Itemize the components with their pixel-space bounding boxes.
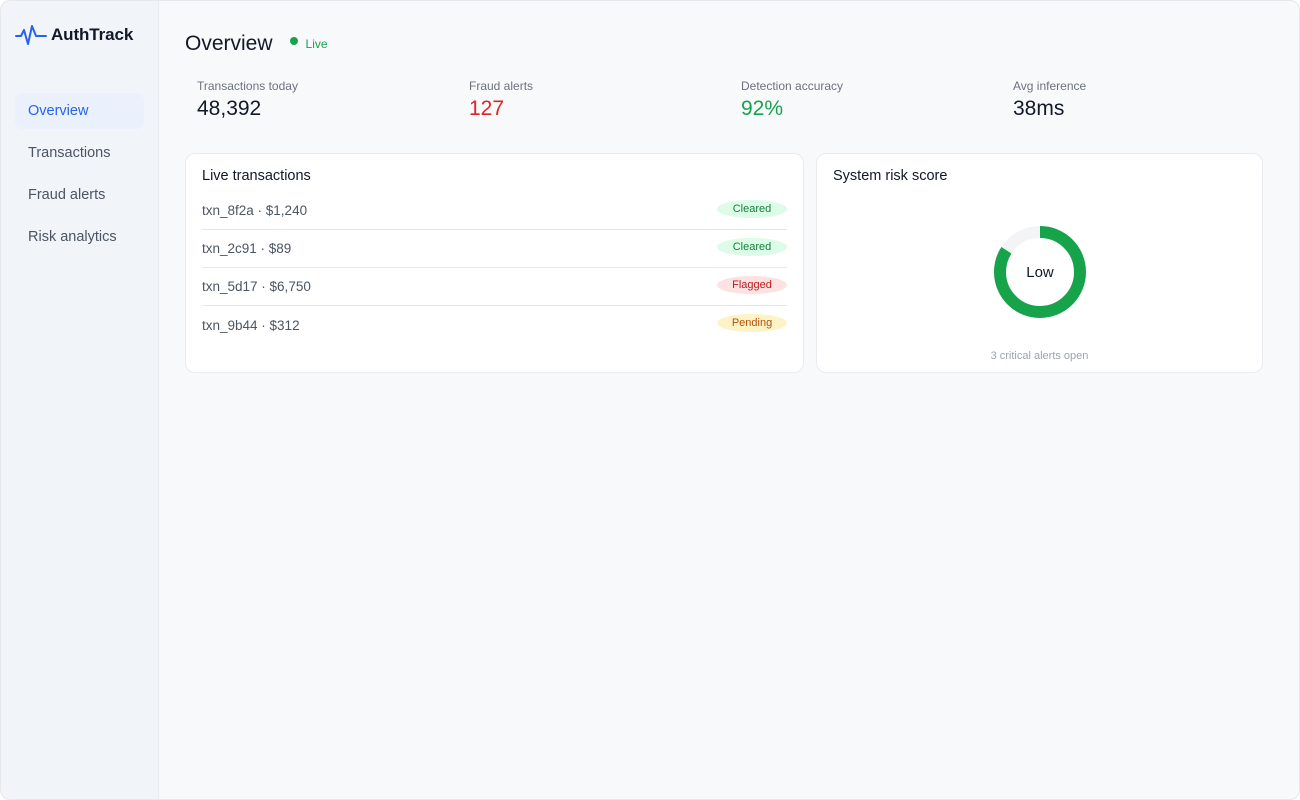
- stats-row: Transactions today 48,392 Fraud alerts 1…: [185, 79, 1273, 147]
- transaction-row[interactable]: txn_8f2a · $1,240 Cleared: [202, 192, 787, 230]
- risk-score-card: System risk score Low 3 critical alerts …: [816, 153, 1263, 373]
- stat-fraud-alerts: Fraud alerts 127: [457, 79, 729, 147]
- live-status-dot-icon: [289, 37, 298, 45]
- stat-label: Avg inference: [1013, 79, 1087, 93]
- sidebar-item-transactions[interactable]: Transactions: [15, 135, 144, 171]
- stat-value: 38ms: [1013, 97, 1065, 120]
- sidebar: AuthTrack Overview Transactions Fraud al…: [1, 1, 159, 799]
- pulse-icon: [15, 25, 47, 45]
- stat-value: 48,392: [197, 97, 262, 120]
- stat-avg-inference: Avg inference 38ms: [1001, 79, 1273, 147]
- stat-detection-accuracy: Detection accuracy 92%: [729, 79, 1001, 147]
- transaction-text: txn_2c91 · $89: [202, 241, 292, 256]
- sidebar-item-risk-analytics[interactable]: Risk analytics: [15, 219, 144, 255]
- stat-value: 92%: [741, 97, 784, 120]
- transaction-text: txn_5d17 · $6,750: [202, 279, 311, 294]
- live-transactions-card: Live transactions txn_8f2a · $1,240 Clea…: [185, 153, 804, 373]
- risk-level-label: Low: [1026, 263, 1054, 281]
- transaction-row[interactable]: txn_2c91 · $89 Cleared: [202, 230, 787, 268]
- sidebar-item-fraud-alerts[interactable]: Fraud alerts: [15, 177, 144, 213]
- sidebar-item-overview[interactable]: Overview: [15, 93, 144, 129]
- cards-row: Live transactions txn_8f2a · $1,240 Clea…: [185, 153, 1273, 373]
- card-title: Live transactions: [202, 168, 311, 184]
- brand-name: AuthTrack: [51, 25, 134, 44]
- status-badge: Pending: [717, 314, 787, 332]
- stat-transactions-today: Transactions today 48,392: [185, 79, 457, 147]
- status-badge: Cleared: [717, 237, 787, 256]
- status-badge: Flagged: [717, 275, 787, 294]
- app-window: AuthTrack Overview Transactions Fraud al…: [0, 0, 1300, 800]
- live-status-label: Live: [305, 37, 328, 51]
- sidebar-nav: Overview Transactions Fraud alerts Risk …: [15, 93, 144, 255]
- main-content: Overview Live Transactions today 48,392 …: [159, 1, 1299, 799]
- card-title: System risk score: [833, 168, 948, 184]
- transaction-row[interactable]: txn_5d17 · $6,750 Flagged: [202, 268, 787, 306]
- brand[interactable]: AuthTrack: [15, 21, 144, 49]
- risk-note: 3 critical alerts open: [990, 350, 1089, 362]
- transaction-row[interactable]: txn_9b44 · $312 Pending: [202, 306, 787, 344]
- transaction-text: txn_8f2a · $1,240: [202, 203, 308, 218]
- page-title: Overview: [185, 32, 273, 55]
- status-badge: Cleared: [717, 199, 787, 218]
- page-header: Overview Live: [185, 1, 1273, 87]
- transaction-text: txn_9b44 · $312: [202, 317, 300, 333]
- stat-label: Detection accuracy: [741, 79, 844, 93]
- stat-label: Fraud alerts: [469, 79, 534, 93]
- stat-label: Transactions today: [197, 79, 298, 93]
- risk-gauge: Low: [992, 224, 1088, 320]
- stat-value: 127: [469, 97, 505, 120]
- transaction-list: txn_8f2a · $1,240 Cleared txn_2c91 · $89…: [202, 192, 787, 344]
